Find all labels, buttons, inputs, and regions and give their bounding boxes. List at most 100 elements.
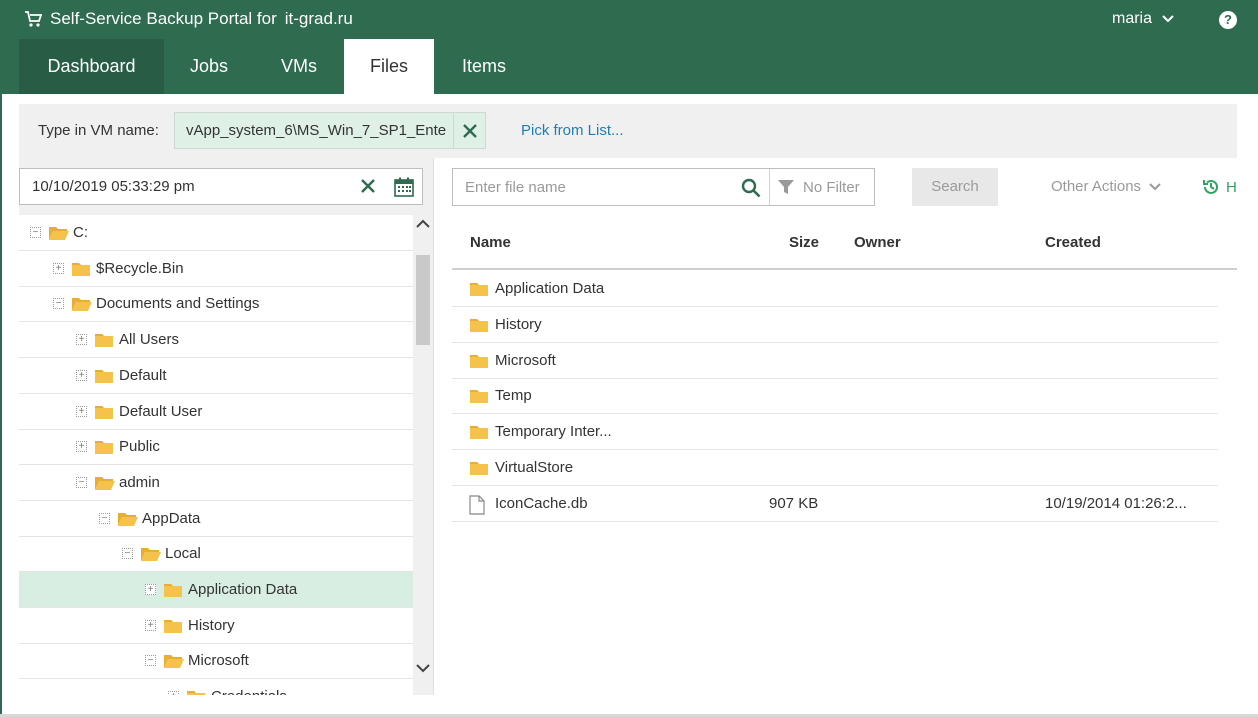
file-row[interactable]: VirtualStore bbox=[452, 450, 1218, 486]
file-name-input[interactable] bbox=[465, 179, 735, 196]
help-icon[interactable]: ? bbox=[1219, 11, 1237, 29]
pick-from-list-link[interactable]: Pick from List... bbox=[521, 122, 624, 139]
file-row[interactable]: Microsoft bbox=[452, 343, 1218, 379]
expand-toggle-icon[interactable]: + bbox=[76, 405, 87, 417]
folder-open-icon bbox=[94, 474, 116, 497]
search-button[interactable]: Search bbox=[912, 168, 998, 206]
collapse-toggle-icon[interactable]: − bbox=[30, 227, 41, 238]
folder-open-icon bbox=[117, 510, 139, 533]
folder-icon bbox=[94, 331, 114, 354]
scroll-thumb[interactable] bbox=[416, 255, 430, 345]
collapse-toggle-icon[interactable]: − bbox=[122, 548, 133, 560]
history-label: H bbox=[1226, 178, 1237, 196]
expand-toggle-icon[interactable]: + bbox=[53, 262, 64, 274]
column-created[interactable]: Created bbox=[1045, 234, 1101, 251]
tree-node[interactable]: + Credentials bbox=[19, 679, 413, 695]
scroll-down-icon[interactable] bbox=[416, 661, 430, 677]
tree-node-label: Default bbox=[119, 366, 167, 384]
vm-name-label: Type in VM name: bbox=[38, 122, 159, 139]
column-owner[interactable]: Owner bbox=[854, 234, 901, 251]
folder-icon bbox=[94, 403, 114, 426]
tree-node-label: admin bbox=[119, 473, 160, 491]
file-row[interactable]: Application Data bbox=[452, 271, 1218, 307]
folder-icon bbox=[163, 581, 183, 604]
collapse-toggle-icon[interactable]: − bbox=[99, 512, 110, 524]
history-button[interactable]: H bbox=[1202, 178, 1237, 196]
tab-dashboard[interactable]: Dashboard bbox=[19, 39, 164, 94]
column-size[interactable]: Size bbox=[789, 234, 819, 251]
filter-button[interactable]: No Filter bbox=[777, 178, 860, 196]
tab-vms[interactable]: VMs bbox=[254, 39, 344, 94]
tree-node[interactable]: + Default bbox=[19, 358, 413, 394]
file-row[interactable]: History bbox=[452, 307, 1218, 343]
app-title: Self-Service Backup Portal for it-grad.r… bbox=[24, 9, 353, 29]
tree-node[interactable]: + Application Data bbox=[19, 572, 413, 608]
left-panel: 10/10/2019 05:33:29 pm − C: + $Recycle.Bin −… bbox=[19, 158, 433, 695]
cart-icon bbox=[24, 10, 42, 28]
vm-selector-bar: Type in VM name: vApp_system_6\MS_Win_7_… bbox=[19, 104, 1237, 158]
file-row[interactable]: Temp bbox=[452, 378, 1218, 415]
tree-node-label: AppData bbox=[142, 509, 201, 527]
chevron-down-icon bbox=[1149, 182, 1161, 190]
folder-icon bbox=[469, 352, 489, 375]
tab-jobs[interactable]: Jobs bbox=[164, 39, 254, 94]
expand-toggle-icon[interactable]: + bbox=[145, 619, 156, 631]
tree-node[interactable]: + Public bbox=[19, 429, 413, 466]
clear-vm-button[interactable] bbox=[453, 113, 485, 148]
tree-node[interactable]: + Default User bbox=[19, 394, 413, 430]
tree-node-label: $Recycle.Bin bbox=[96, 259, 184, 277]
tree-node[interactable]: − Documents and Settings bbox=[19, 286, 413, 323]
search-icon[interactable] bbox=[741, 178, 761, 203]
other-actions-label: Other Actions bbox=[1051, 178, 1142, 195]
filter-label: No Filter bbox=[803, 178, 860, 196]
expand-toggle-icon[interactable]: + bbox=[145, 584, 156, 595]
tree-node[interactable]: − Microsoft bbox=[19, 643, 413, 680]
tree-scrollbar[interactable] bbox=[413, 215, 433, 695]
close-icon bbox=[361, 179, 375, 193]
other-actions-menu[interactable]: Other Actions bbox=[1051, 178, 1161, 195]
chevron-down-icon bbox=[1162, 10, 1174, 28]
folder-icon bbox=[469, 459, 489, 482]
clear-date-button[interactable] bbox=[360, 178, 376, 199]
tree-node[interactable]: − admin bbox=[19, 465, 413, 501]
tree-node[interactable]: + History bbox=[19, 608, 413, 644]
folder-icon bbox=[469, 280, 489, 303]
tree-node[interactable]: + All Users bbox=[19, 322, 413, 359]
folder-icon bbox=[163, 617, 183, 640]
collapse-toggle-icon[interactable]: − bbox=[76, 476, 87, 488]
tab-files[interactable]: Files bbox=[344, 39, 434, 94]
folder-icon bbox=[186, 688, 206, 695]
file-icon bbox=[469, 495, 485, 520]
vm-name-chip[interactable]: vApp_system_6\MS_Win_7_SP1_Ente bbox=[174, 112, 486, 149]
folder-icon bbox=[469, 423, 489, 446]
file-row[interactable]: Temporary Inter... bbox=[452, 414, 1218, 451]
tree-node-label: C: bbox=[73, 224, 88, 241]
scroll-up-icon[interactable] bbox=[416, 217, 430, 233]
tenant-name: it-grad.ru bbox=[284, 9, 353, 28]
folder-icon bbox=[469, 387, 489, 410]
collapse-toggle-icon[interactable]: − bbox=[53, 298, 64, 310]
user-menu[interactable]: maria bbox=[1112, 10, 1174, 28]
file-name: Microsoft bbox=[495, 351, 556, 369]
tab-items[interactable]: Items bbox=[434, 39, 534, 94]
expand-toggle-icon[interactable]: + bbox=[76, 441, 87, 453]
restore-point-date-field[interactable]: 10/10/2019 05:33:29 pm bbox=[19, 168, 423, 205]
file-row[interactable]: IconCache.db 907 KB 10/19/2014 01:26:2... bbox=[452, 486, 1218, 522]
file-name: Temporary Inter... bbox=[495, 423, 612, 441]
tree-node[interactable]: − Local bbox=[19, 536, 413, 573]
expand-toggle-icon[interactable]: + bbox=[76, 369, 87, 381]
collapse-toggle-icon[interactable]: − bbox=[145, 655, 156, 667]
user-name: maria bbox=[1112, 10, 1153, 27]
tree-node[interactable]: + $Recycle.Bin bbox=[19, 251, 413, 287]
tree-node[interactable]: − C: bbox=[19, 215, 413, 251]
column-name[interactable]: Name bbox=[470, 234, 511, 251]
expand-toggle-icon[interactable]: + bbox=[168, 691, 179, 695]
panel-divider[interactable] bbox=[433, 158, 434, 695]
calendar-icon[interactable] bbox=[394, 177, 414, 202]
tree-node[interactable]: − AppData bbox=[19, 501, 413, 537]
folder-icon bbox=[94, 367, 114, 390]
left-edge bbox=[0, 94, 2, 717]
expand-toggle-icon[interactable]: + bbox=[76, 334, 87, 346]
tree-node-label: All Users bbox=[119, 331, 180, 349]
folder-open-icon bbox=[71, 295, 93, 318]
